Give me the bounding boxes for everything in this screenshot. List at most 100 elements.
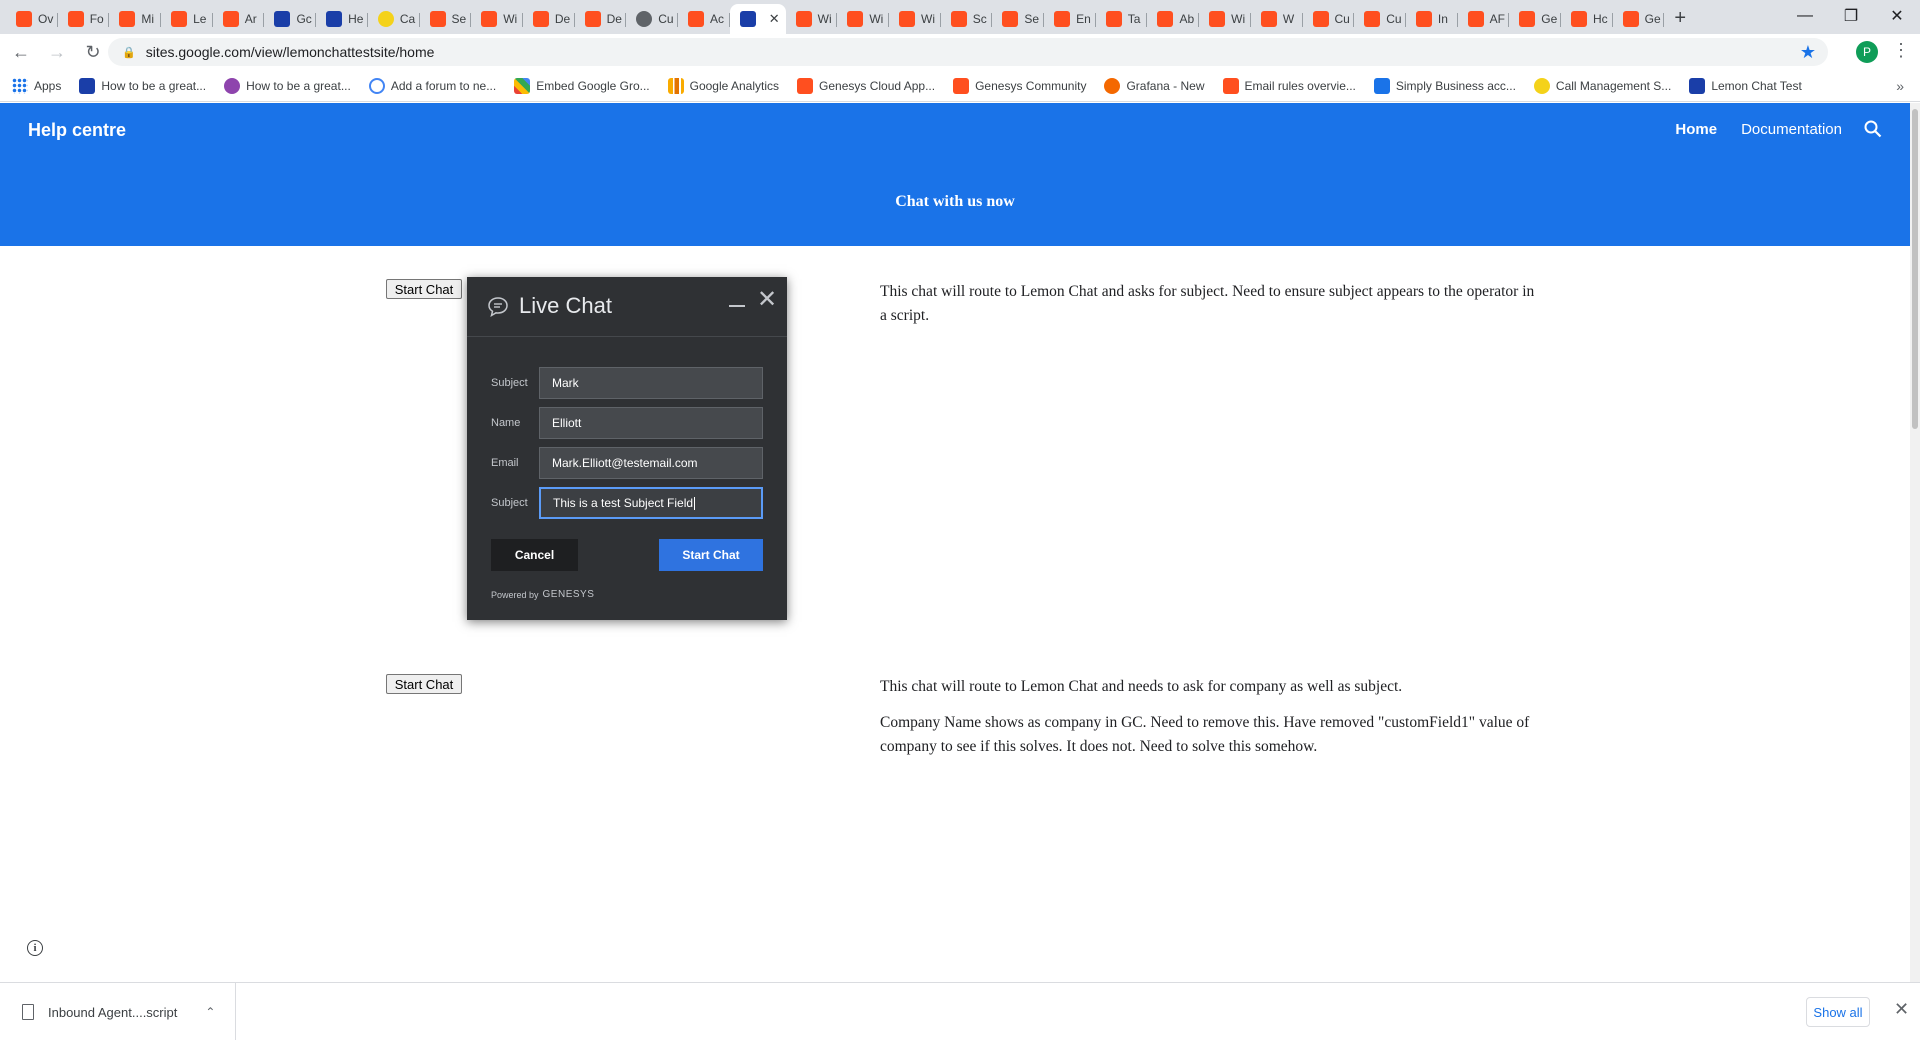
browser-tab[interactable]: Wi xyxy=(837,4,889,34)
restore-window-icon[interactable]: ❐ xyxy=(1828,0,1874,32)
google-sites-icon xyxy=(274,11,291,27)
site-title[interactable]: Help centre xyxy=(28,120,126,141)
bookmark-item[interactable]: Call Management S... xyxy=(1533,77,1672,94)
genesys-icon xyxy=(119,11,136,27)
address-bar[interactable]: 🔒 sites.google.com/view/lemonchattestsit… xyxy=(108,38,1828,66)
close-shelf-icon[interactable]: ✕ xyxy=(1894,999,1909,1020)
nav-documentation-link[interactable]: Documentation xyxy=(1741,121,1842,138)
tab-label: Cu xyxy=(658,12,674,26)
browser-tab[interactable]: En xyxy=(1044,4,1096,34)
browser-tab[interactable]: AF xyxy=(1458,4,1510,34)
browser-tab[interactable]: Fo xyxy=(58,4,110,34)
close-icon[interactable]: ✕ xyxy=(757,285,777,314)
info-icon[interactable]: i xyxy=(27,940,43,956)
browser-tab[interactable]: Cu xyxy=(626,4,678,34)
bookmark-item[interactable]: How to be a great... xyxy=(224,77,351,94)
bookmark-star-icon[interactable]: ★ xyxy=(1800,42,1816,63)
bookmark-item[interactable]: Add a forum to ne... xyxy=(368,77,496,94)
bookmark-item[interactable]: Apps xyxy=(12,77,61,94)
bookmark-label: How to be a great... xyxy=(101,78,207,93)
bookmark-item[interactable]: Genesys Cloud App... xyxy=(797,77,935,94)
browser-tab[interactable]: Ab xyxy=(1147,4,1199,34)
genesys-icon xyxy=(1570,11,1587,27)
close-tab-icon[interactable]: ✕ xyxy=(769,11,780,27)
tab-active[interactable]: ✕ xyxy=(729,4,786,34)
browser-tab[interactable]: He xyxy=(316,4,368,34)
browser-tab[interactable]: Sc xyxy=(941,4,993,34)
bookmark-item[interactable]: Lemon Chat Test xyxy=(1689,77,1802,94)
bookmark-item[interactable]: How to be a great... xyxy=(79,77,207,94)
email-input[interactable]: Mark.Elliott@testemail.com xyxy=(539,447,763,479)
scrollbar-thumb[interactable] xyxy=(1912,109,1918,429)
start-chat-button-2[interactable]: Start Chat xyxy=(386,674,462,694)
subject-input[interactable]: Mark xyxy=(539,367,763,399)
start-chat-button-1[interactable]: Start Chat xyxy=(386,279,462,299)
bookmark-item[interactable]: Email rules overvie... xyxy=(1222,77,1356,94)
bookmark-label: Call Management S... xyxy=(1555,78,1672,93)
lock-icon[interactable]: 🔒 xyxy=(122,46,136,59)
genesys-icon xyxy=(1157,11,1174,27)
browser-tab[interactable]: De xyxy=(575,4,627,34)
close-window-icon[interactable]: ✕ xyxy=(1874,0,1920,32)
subject-input-2[interactable]: This is a test Subject Field xyxy=(539,487,763,519)
browser-tab[interactable]: Mi xyxy=(109,4,161,34)
bookmark-item[interactable]: Google Analytics xyxy=(667,77,779,94)
genesys-icon xyxy=(687,11,704,27)
url-text: sites.google.com/view/lemonchattestsite/… xyxy=(145,44,435,60)
browser-tab[interactable]: Se xyxy=(420,4,472,34)
bookmark-site-icon xyxy=(1689,77,1706,94)
cancel-button[interactable]: Cancel xyxy=(491,539,578,571)
browser-tab[interactable]: De xyxy=(523,4,575,34)
download-item[interactable]: Inbound Agent....script ⌃ xyxy=(0,983,236,1040)
bookmark-multi-icon xyxy=(514,77,531,94)
browser-tab[interactable]: Hc xyxy=(1561,4,1613,34)
bookmark-label: Embed Google Gro... xyxy=(536,78,650,93)
bookmark-item[interactable]: Simply Business acc... xyxy=(1373,77,1516,94)
bookmark-item[interactable]: Embed Google Gro... xyxy=(514,77,650,94)
browser-tab[interactable]: Wi xyxy=(889,4,941,34)
back-arrow-icon[interactable]: ← xyxy=(6,37,36,67)
browser-tab[interactable]: Ov xyxy=(6,4,58,34)
tab-strip: Ov Fo Mi Le Ar Gc He Ca Se Wi De De Cu Ac ✕ Wi Wi Wi Sc Se E… xyxy=(0,0,1920,34)
genesys-icon xyxy=(899,11,915,27)
bookmark-item[interactable]: Genesys Community xyxy=(953,77,1086,94)
browser-tab[interactable]: In xyxy=(1406,4,1458,34)
browser-menu-icon[interactable]: ⋮ xyxy=(1892,40,1910,61)
genesys-icon xyxy=(1312,11,1329,27)
browser-tab[interactable]: Ac xyxy=(678,4,730,34)
browser-tab[interactable]: Ar xyxy=(213,4,265,34)
browser-tab[interactable]: Le xyxy=(161,4,213,34)
browser-tab[interactable]: Wi xyxy=(1199,4,1251,34)
name-label: Name xyxy=(491,417,521,429)
minimize-icon[interactable] xyxy=(727,291,747,315)
show-all-button[interactable]: Show all xyxy=(1806,997,1870,1027)
start-chat-submit-button[interactable]: Start Chat xyxy=(659,539,763,571)
browser-tab[interactable]: Cu xyxy=(1354,4,1406,34)
profile-avatar[interactable]: P xyxy=(1856,41,1878,63)
new-tab-icon[interactable]: + xyxy=(1674,7,1686,30)
hero-heading: Chat with us now xyxy=(895,193,1015,210)
tab-label: Ca xyxy=(399,12,416,26)
browser-tab[interactable]: Gc xyxy=(264,4,316,34)
minimize-window-icon[interactable]: — xyxy=(1782,0,1828,32)
browser-tab[interactable]: Ge xyxy=(1509,4,1561,34)
browser-tab[interactable]: Ge xyxy=(1613,4,1665,34)
name-input[interactable]: Elliott xyxy=(539,407,763,439)
file-icon xyxy=(22,1004,34,1020)
nav-home-link[interactable]: Home xyxy=(1675,121,1717,138)
browser-tab[interactable]: Ta xyxy=(1096,4,1148,34)
bookmarks-overflow-icon[interactable]: » xyxy=(1896,78,1904,94)
browser-tab[interactable]: Wi xyxy=(471,4,523,34)
page-scrollbar[interactable] xyxy=(1910,103,1920,982)
reload-icon[interactable]: ↻ xyxy=(78,37,108,67)
forward-arrow-icon[interactable]: → xyxy=(42,37,72,67)
search-icon[interactable] xyxy=(1864,120,1882,138)
browser-tab[interactable]: Ca xyxy=(368,4,420,34)
browser-tab[interactable]: Se xyxy=(992,4,1044,34)
browser-tab[interactable]: Cu xyxy=(1303,4,1355,34)
bookmark-item[interactable]: Grafana - New xyxy=(1104,77,1205,94)
browser-tab[interactable]: Wi xyxy=(786,4,838,34)
chevron-up-icon[interactable]: ⌃ xyxy=(205,1005,215,1019)
genesys-icon xyxy=(1467,11,1484,27)
browser-tab[interactable]: W xyxy=(1251,4,1303,34)
